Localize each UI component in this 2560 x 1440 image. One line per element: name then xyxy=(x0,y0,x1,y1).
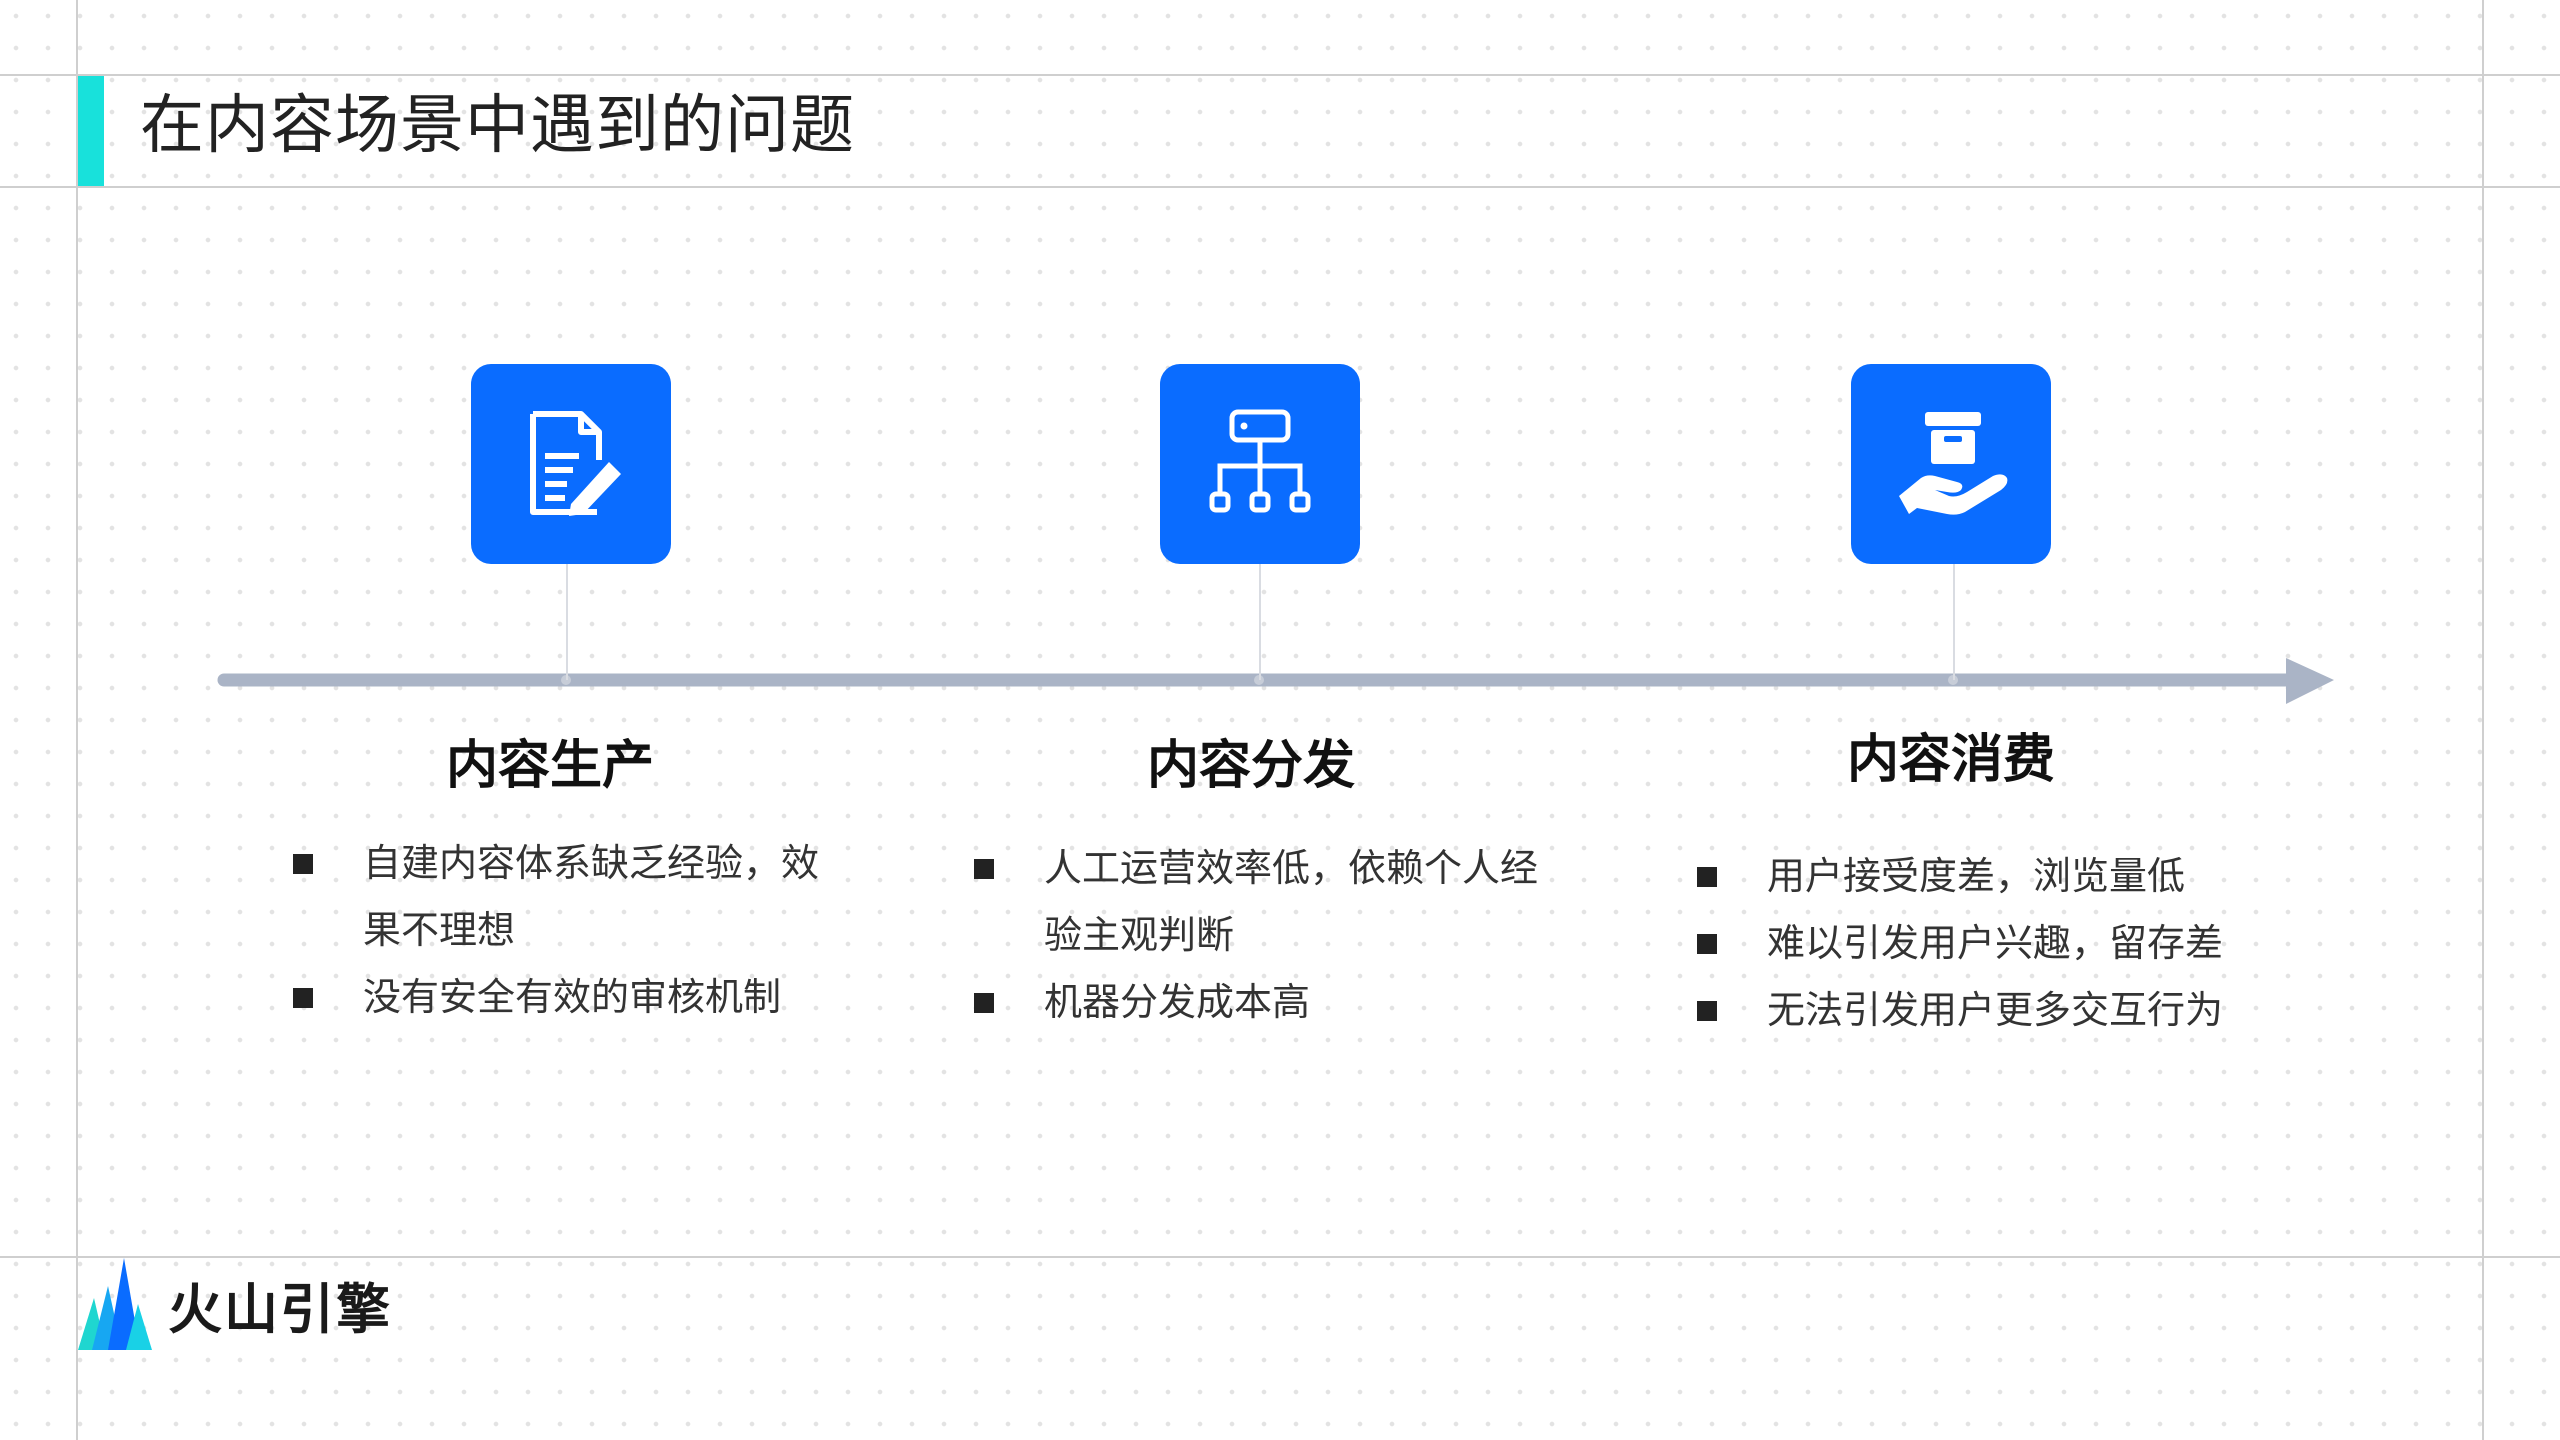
bullet-square-icon xyxy=(974,859,994,879)
bullet-square-icon xyxy=(1697,1001,1717,1021)
list-item: 自建内容体系缺乏经验，效果不理想 xyxy=(293,830,833,964)
list-item: 难以引发用户兴趣，留存差 xyxy=(1697,910,2297,977)
connector-stage-1 xyxy=(566,564,568,680)
list-item: 没有安全有效的审核机制 xyxy=(293,964,833,1031)
timeline-arrow-head xyxy=(2286,658,2334,704)
stage-2-icon-box xyxy=(1160,364,1360,564)
bullet-square-icon xyxy=(293,854,313,874)
stage-2-title: 内容分发 xyxy=(1146,736,1355,796)
bullet-square-icon xyxy=(1697,867,1717,887)
list-item: 机器分发成本高 xyxy=(974,969,1549,1036)
list-item: 无法引发用户更多交互行为 xyxy=(1697,977,2297,1044)
stage-1-bullet-list: 自建内容体系缺乏经验，效果不理想 没有安全有效的审核机制 xyxy=(293,830,833,1031)
volcano-mountain-logo-icon xyxy=(78,1258,152,1350)
stage-1-icon-box xyxy=(471,364,671,564)
stage-2-bullet-list: 人工运营效率低，依赖个人经验主观判断 机器分发成本高 xyxy=(974,835,1549,1036)
logo-text: 火山引擎 xyxy=(168,1277,392,1341)
stage-3-icon-box xyxy=(1851,364,2051,564)
timeline xyxy=(217,658,2334,704)
connector-stage-2 xyxy=(1259,564,1261,680)
footer-logo: 火山引擎 xyxy=(78,1258,392,1350)
bullet-square-icon xyxy=(293,988,313,1008)
bullet-square-icon xyxy=(1697,934,1717,954)
hierarchy-network-icon xyxy=(1209,409,1311,513)
document-edit-icon xyxy=(530,411,621,516)
list-item: 用户接受度差，浏览量低 xyxy=(1697,843,2297,910)
stage-3-title: 内容消费 xyxy=(1846,730,2055,790)
stage-3-bullet-list: 用户接受度差，浏览量低 难以引发用户兴趣，留存差 无法引发用户更多交互行为 xyxy=(1697,843,2297,1044)
bullet-square-icon xyxy=(974,993,994,1013)
list-item: 人工运营效率低，依赖个人经验主观判断 xyxy=(974,835,1549,969)
stage-1-title: 内容生产 xyxy=(445,736,654,796)
connector-stage-3 xyxy=(1953,564,1955,680)
box-in-hand-icon xyxy=(1899,412,2008,515)
